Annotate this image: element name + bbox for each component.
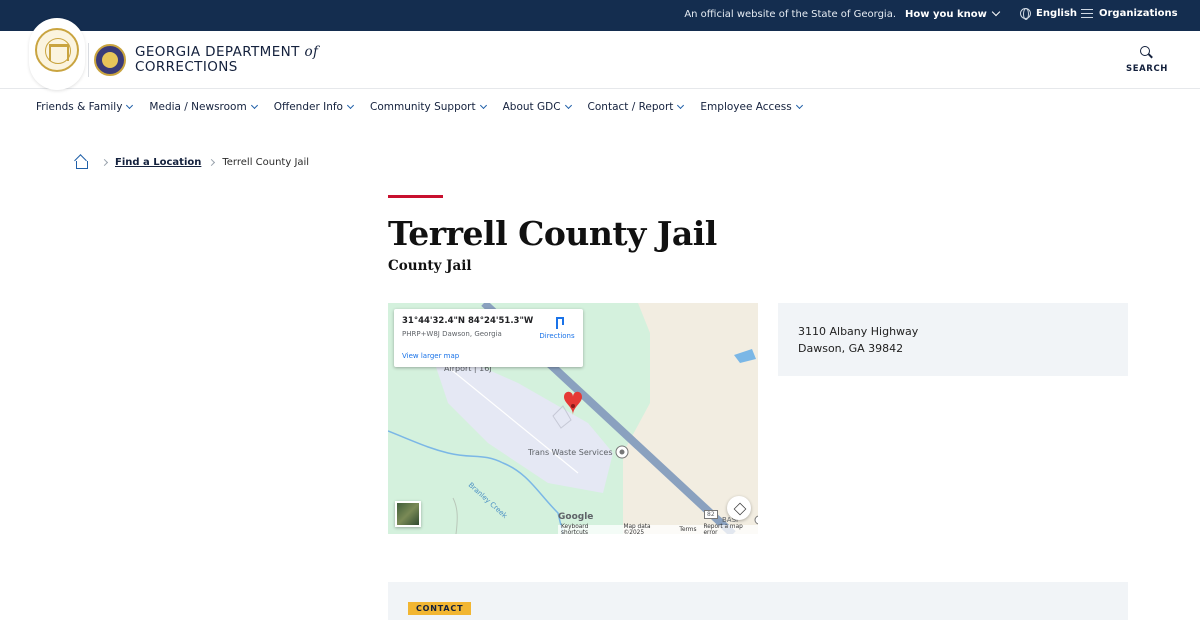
chevron-down-icon xyxy=(677,101,685,109)
nav-employee-access[interactable]: Employee Access xyxy=(700,101,803,113)
chevron-down-icon xyxy=(479,101,487,109)
keyboard-shortcuts-link[interactable]: Keyboard shortcuts xyxy=(561,524,616,535)
globe-icon xyxy=(1020,8,1031,20)
contact-tag: CONTACT xyxy=(408,602,472,615)
terms-link[interactable]: Terms xyxy=(679,527,696,533)
view-larger-map-link[interactable]: View larger map xyxy=(402,352,459,360)
page-title: Terrell County Jail xyxy=(388,214,717,253)
nav-label: Friends & Family xyxy=(36,101,123,113)
contact-section: CONTACT xyxy=(388,582,1128,620)
nav-label: Community Support xyxy=(369,101,476,113)
nav-contact-report[interactable]: Contact / Report xyxy=(587,101,685,113)
google-logo: Google xyxy=(558,512,594,522)
map-coordinates: 31°44'32.4"N 84°24'51.3"W xyxy=(402,316,534,326)
map-plus-code: PHRP+W8J Dawson, Georgia xyxy=(402,330,502,338)
map-info-card: 31°44'32.4"N 84°24'51.3"W PHRP+W8J Dawso… xyxy=(394,309,583,367)
breadcrumb-find-location[interactable]: Find a Location xyxy=(115,157,201,168)
address-line-2: Dawson, GA 39842 xyxy=(798,342,904,355)
brand-wordmark[interactable]: GEORGIA DEPARTMENT of CORRECTIONS xyxy=(135,45,318,75)
nav-community-support[interactable]: Community Support xyxy=(369,101,487,113)
georgia-seal-logo[interactable] xyxy=(29,18,85,90)
nav-label: Media / Newsroom xyxy=(149,101,247,113)
address-line-1: 3110 Albany Highway xyxy=(798,325,919,338)
nav-about-gdc[interactable]: About GDC xyxy=(502,101,572,113)
search-label: SEARCH xyxy=(1126,64,1169,74)
directions-icon xyxy=(551,317,563,329)
chevron-down-icon xyxy=(991,7,1001,17)
map-label-business: Trans Waste Services xyxy=(528,448,613,457)
how-you-know-label: How you know xyxy=(905,9,987,20)
chevron-down-icon xyxy=(346,101,355,109)
map-footer: Keyboard shortcuts Map data ©2025 Terms … xyxy=(558,523,758,535)
nav-label: Employee Access xyxy=(700,101,792,113)
brand-of: of xyxy=(304,44,319,60)
logo-divider xyxy=(88,43,89,77)
official-banner: An official website of the State of Geor… xyxy=(0,0,1200,31)
directions-label: Directions xyxy=(539,332,575,340)
chevron-down-icon xyxy=(795,101,803,109)
chevron-right-icon xyxy=(100,158,109,166)
satellite-layer-toggle[interactable] xyxy=(395,501,421,527)
report-error-link[interactable]: Report a map error xyxy=(703,524,758,535)
chevron-down-icon xyxy=(564,101,572,109)
nav-media-newsroom[interactable]: Media / Newsroom xyxy=(149,101,258,113)
list-icon xyxy=(1081,9,1093,19)
state-seal-icon xyxy=(35,28,79,72)
site-header: GEORGIA DEPARTMENT of CORRECTIONS SEARCH xyxy=(0,18,1200,90)
chevron-down-icon xyxy=(126,101,134,109)
official-website-text: An official website of the State of Geor… xyxy=(684,9,896,20)
gdc-seal-logo[interactable] xyxy=(94,44,126,76)
address-card: 3110 Albany Highway Dawson, GA 39842 xyxy=(778,303,1128,376)
breadcrumb-current: Terrell County Jail xyxy=(222,156,310,168)
page-subtitle: County Jail xyxy=(388,258,472,274)
nav-label: Offender Info xyxy=(273,101,343,113)
nav-friends-family[interactable]: Friends & Family xyxy=(36,101,134,113)
nav-offender-info[interactable]: Offender Info xyxy=(273,101,355,113)
title-accent-rule xyxy=(388,195,443,198)
map-route-shield: 82 xyxy=(704,510,718,519)
organizations-label: Organizations xyxy=(1099,8,1178,19)
nav-label: Contact / Report xyxy=(587,101,674,113)
search-button[interactable]: SEARCH xyxy=(1126,46,1169,74)
brand-line-2: CORRECTIONS xyxy=(135,59,238,75)
embedded-map[interactable]: Airport | 16J Trans Waste Services Branl… xyxy=(388,303,758,534)
organizations-link[interactable]: Organizations xyxy=(1081,8,1178,19)
search-icon xyxy=(1140,46,1152,58)
chevron-right-icon xyxy=(208,158,216,166)
how-you-know-toggle[interactable]: How you know xyxy=(905,7,1001,20)
home-icon[interactable] xyxy=(74,156,88,169)
language-selector[interactable]: English xyxy=(1020,8,1078,20)
breadcrumb: Find a Location Terrell County Jail xyxy=(74,156,310,169)
map-data-text: Map data ©2025 xyxy=(623,523,651,535)
directions-button[interactable]: Directions xyxy=(537,317,577,340)
chevron-down-icon xyxy=(250,101,258,109)
language-label: English xyxy=(1036,8,1078,19)
fullscreen-button[interactable] xyxy=(727,496,751,520)
nav-label: About GDC xyxy=(502,101,561,113)
brand-line-1: GEORGIA DEPARTMENT xyxy=(135,44,300,60)
main-navigation: Friends & Family Media / Newsroom Offend… xyxy=(36,101,803,113)
